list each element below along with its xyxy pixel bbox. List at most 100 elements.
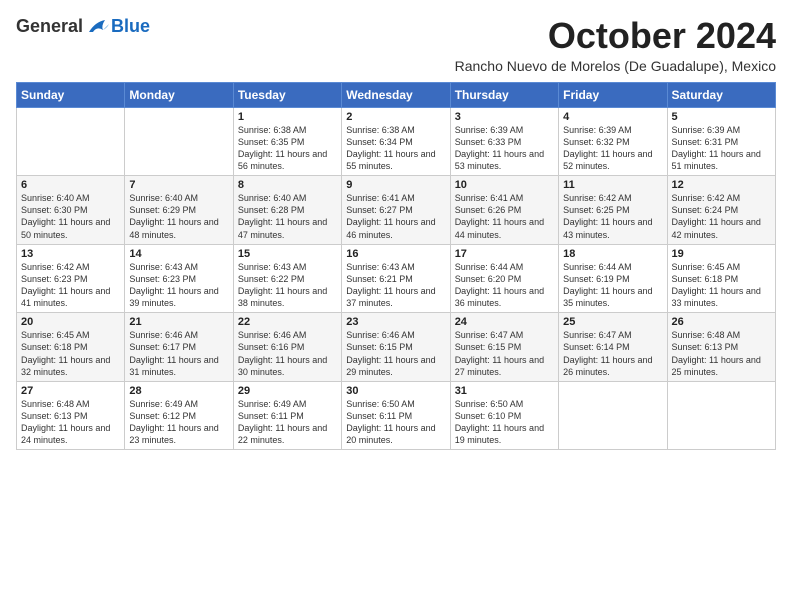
calendar-cell (125, 107, 233, 176)
title-section: October 2024 Rancho Nuevo de Morelos (De… (455, 16, 776, 74)
day-number: 18 (563, 248, 662, 260)
day-info: Sunrise: 6:46 AM Sunset: 6:16 PM Dayligh… (238, 329, 337, 378)
calendar-cell: 25Sunrise: 6:47 AM Sunset: 6:14 PM Dayli… (559, 313, 667, 382)
calendar-cell (17, 107, 125, 176)
calendar-cell: 5Sunrise: 6:39 AM Sunset: 6:31 PM Daylig… (667, 107, 775, 176)
day-number: 25 (563, 316, 662, 328)
day-number: 6 (21, 179, 120, 191)
day-header-saturday: Saturday (667, 82, 775, 107)
day-info: Sunrise: 6:48 AM Sunset: 6:13 PM Dayligh… (672, 329, 771, 378)
day-info: Sunrise: 6:50 AM Sunset: 6:11 PM Dayligh… (346, 398, 445, 447)
day-info: Sunrise: 6:45 AM Sunset: 6:18 PM Dayligh… (672, 261, 771, 310)
day-number: 24 (455, 316, 554, 328)
day-number: 21 (129, 316, 228, 328)
calendar-cell: 11Sunrise: 6:42 AM Sunset: 6:25 PM Dayli… (559, 176, 667, 245)
calendar-cell: 7Sunrise: 6:40 AM Sunset: 6:29 PM Daylig… (125, 176, 233, 245)
calendar-cell (667, 381, 775, 450)
day-info: Sunrise: 6:49 AM Sunset: 6:11 PM Dayligh… (238, 398, 337, 447)
week-row-3: 13Sunrise: 6:42 AM Sunset: 6:23 PM Dayli… (17, 244, 776, 313)
day-number: 17 (455, 248, 554, 260)
day-info: Sunrise: 6:43 AM Sunset: 6:23 PM Dayligh… (129, 261, 228, 310)
calendar-cell: 28Sunrise: 6:49 AM Sunset: 6:12 PM Dayli… (125, 381, 233, 450)
day-number: 8 (238, 179, 337, 191)
day-number: 15 (238, 248, 337, 260)
calendar-cell: 20Sunrise: 6:45 AM Sunset: 6:18 PM Dayli… (17, 313, 125, 382)
day-number: 22 (238, 316, 337, 328)
calendar-cell: 1Sunrise: 6:38 AM Sunset: 6:35 PM Daylig… (233, 107, 341, 176)
week-row-5: 27Sunrise: 6:48 AM Sunset: 6:13 PM Dayli… (17, 381, 776, 450)
calendar-table: SundayMondayTuesdayWednesdayThursdayFrid… (16, 82, 776, 451)
calendar-cell: 27Sunrise: 6:48 AM Sunset: 6:13 PM Dayli… (17, 381, 125, 450)
day-info: Sunrise: 6:39 AM Sunset: 6:31 PM Dayligh… (672, 124, 771, 173)
day-number: 28 (129, 385, 228, 397)
calendar-cell: 4Sunrise: 6:39 AM Sunset: 6:32 PM Daylig… (559, 107, 667, 176)
calendar-cell: 18Sunrise: 6:44 AM Sunset: 6:19 PM Dayli… (559, 244, 667, 313)
calendar-subtitle: Rancho Nuevo de Morelos (De Guadalupe), … (455, 58, 776, 74)
calendar-cell: 22Sunrise: 6:46 AM Sunset: 6:16 PM Dayli… (233, 313, 341, 382)
calendar-cell: 12Sunrise: 6:42 AM Sunset: 6:24 PM Dayli… (667, 176, 775, 245)
day-number: 11 (563, 179, 662, 191)
logo-blue-text: Blue (111, 16, 150, 37)
day-info: Sunrise: 6:46 AM Sunset: 6:15 PM Dayligh… (346, 329, 445, 378)
calendar-cell: 3Sunrise: 6:39 AM Sunset: 6:33 PM Daylig… (450, 107, 558, 176)
day-header-tuesday: Tuesday (233, 82, 341, 107)
day-number: 20 (21, 316, 120, 328)
calendar-cell: 21Sunrise: 6:46 AM Sunset: 6:17 PM Dayli… (125, 313, 233, 382)
day-info: Sunrise: 6:44 AM Sunset: 6:20 PM Dayligh… (455, 261, 554, 310)
day-number: 30 (346, 385, 445, 397)
logo-bird-icon (87, 18, 109, 36)
day-info: Sunrise: 6:41 AM Sunset: 6:26 PM Dayligh… (455, 192, 554, 241)
page-header: General Blue October 2024 Rancho Nuevo d… (16, 16, 776, 74)
calendar-cell: 9Sunrise: 6:41 AM Sunset: 6:27 PM Daylig… (342, 176, 450, 245)
calendar-cell: 26Sunrise: 6:48 AM Sunset: 6:13 PM Dayli… (667, 313, 775, 382)
day-info: Sunrise: 6:42 AM Sunset: 6:25 PM Dayligh… (563, 192, 662, 241)
day-info: Sunrise: 6:50 AM Sunset: 6:10 PM Dayligh… (455, 398, 554, 447)
day-number: 14 (129, 248, 228, 260)
day-number: 5 (672, 111, 771, 123)
day-number: 13 (21, 248, 120, 260)
day-info: Sunrise: 6:47 AM Sunset: 6:14 PM Dayligh… (563, 329, 662, 378)
day-number: 23 (346, 316, 445, 328)
day-info: Sunrise: 6:39 AM Sunset: 6:33 PM Dayligh… (455, 124, 554, 173)
calendar-cell: 16Sunrise: 6:43 AM Sunset: 6:21 PM Dayli… (342, 244, 450, 313)
calendar-cell: 29Sunrise: 6:49 AM Sunset: 6:11 PM Dayli… (233, 381, 341, 450)
calendar-cell (559, 381, 667, 450)
day-info: Sunrise: 6:38 AM Sunset: 6:35 PM Dayligh… (238, 124, 337, 173)
day-number: 7 (129, 179, 228, 191)
day-info: Sunrise: 6:40 AM Sunset: 6:30 PM Dayligh… (21, 192, 120, 241)
day-number: 4 (563, 111, 662, 123)
day-info: Sunrise: 6:39 AM Sunset: 6:32 PM Dayligh… (563, 124, 662, 173)
day-info: Sunrise: 6:44 AM Sunset: 6:19 PM Dayligh… (563, 261, 662, 310)
day-info: Sunrise: 6:40 AM Sunset: 6:29 PM Dayligh… (129, 192, 228, 241)
day-number: 12 (672, 179, 771, 191)
day-number: 19 (672, 248, 771, 260)
day-number: 16 (346, 248, 445, 260)
calendar-cell: 31Sunrise: 6:50 AM Sunset: 6:10 PM Dayli… (450, 381, 558, 450)
day-number: 1 (238, 111, 337, 123)
day-header-monday: Monday (125, 82, 233, 107)
day-header-friday: Friday (559, 82, 667, 107)
day-info: Sunrise: 6:38 AM Sunset: 6:34 PM Dayligh… (346, 124, 445, 173)
day-number: 29 (238, 385, 337, 397)
calendar-cell: 10Sunrise: 6:41 AM Sunset: 6:26 PM Dayli… (450, 176, 558, 245)
day-number: 3 (455, 111, 554, 123)
day-info: Sunrise: 6:47 AM Sunset: 6:15 PM Dayligh… (455, 329, 554, 378)
day-number: 27 (21, 385, 120, 397)
day-info: Sunrise: 6:48 AM Sunset: 6:13 PM Dayligh… (21, 398, 120, 447)
day-info: Sunrise: 6:43 AM Sunset: 6:21 PM Dayligh… (346, 261, 445, 310)
calendar-cell: 2Sunrise: 6:38 AM Sunset: 6:34 PM Daylig… (342, 107, 450, 176)
day-info: Sunrise: 6:42 AM Sunset: 6:23 PM Dayligh… (21, 261, 120, 310)
calendar-cell: 24Sunrise: 6:47 AM Sunset: 6:15 PM Dayli… (450, 313, 558, 382)
calendar-cell: 6Sunrise: 6:40 AM Sunset: 6:30 PM Daylig… (17, 176, 125, 245)
calendar-cell: 23Sunrise: 6:46 AM Sunset: 6:15 PM Dayli… (342, 313, 450, 382)
logo-general-text: General (16, 16, 83, 37)
day-number: 9 (346, 179, 445, 191)
calendar-cell: 30Sunrise: 6:50 AM Sunset: 6:11 PM Dayli… (342, 381, 450, 450)
day-header-sunday: Sunday (17, 82, 125, 107)
week-row-2: 6Sunrise: 6:40 AM Sunset: 6:30 PM Daylig… (17, 176, 776, 245)
calendar-cell: 15Sunrise: 6:43 AM Sunset: 6:22 PM Dayli… (233, 244, 341, 313)
day-info: Sunrise: 6:45 AM Sunset: 6:18 PM Dayligh… (21, 329, 120, 378)
day-info: Sunrise: 6:43 AM Sunset: 6:22 PM Dayligh… (238, 261, 337, 310)
logo: General Blue (16, 16, 150, 37)
day-info: Sunrise: 6:41 AM Sunset: 6:27 PM Dayligh… (346, 192, 445, 241)
